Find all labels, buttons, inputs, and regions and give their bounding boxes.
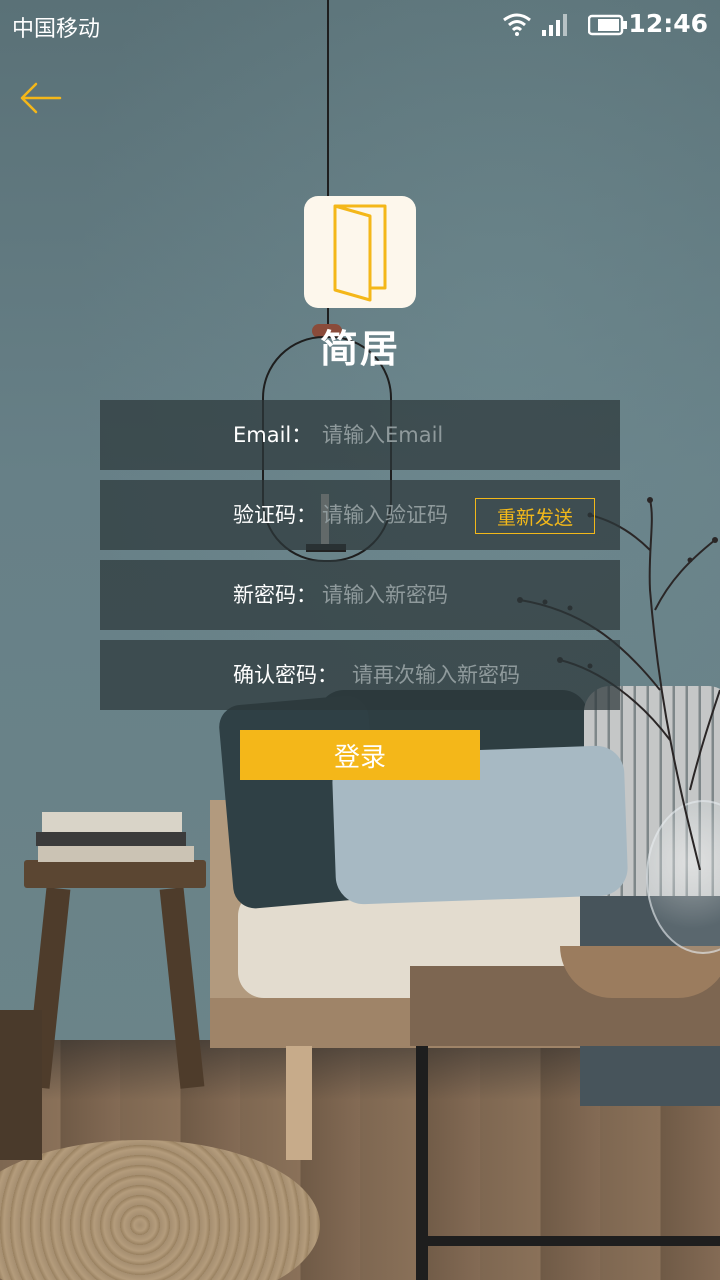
email-row: Email： xyxy=(100,400,620,470)
wooden-bowl xyxy=(560,946,720,998)
login-button[interactable]: 登录 xyxy=(240,730,480,780)
side-stool xyxy=(24,860,206,888)
battery-icon xyxy=(588,14,627,36)
signal-icon xyxy=(542,14,567,36)
clock: 12:46 xyxy=(628,9,708,38)
app-name: 简居 xyxy=(319,327,400,371)
app-logo xyxy=(304,196,416,308)
confirm-password-input[interactable] xyxy=(352,655,612,695)
carrier-name: 中国移动 xyxy=(12,17,101,42)
verification-code-label: 验证码： xyxy=(233,503,317,527)
door-icon xyxy=(333,204,387,302)
new-password-input[interactable] xyxy=(322,575,602,615)
verification-code-row: 验证码： 重新发送 xyxy=(100,480,620,550)
new-password-row: 新密码： xyxy=(100,560,620,630)
resend-code-button[interactable]: 重新发送 xyxy=(475,498,595,534)
verification-code-input[interactable] xyxy=(322,495,467,535)
email-input[interactable] xyxy=(322,415,602,455)
new-password-label: 新密码： xyxy=(233,583,317,607)
book-stack xyxy=(42,812,182,832)
email-label: Email： xyxy=(233,423,313,447)
confirm-password-row: 确认密码： xyxy=(100,640,620,710)
confirm-password-label: 确认密码： xyxy=(233,663,338,687)
wifi-icon xyxy=(503,13,531,36)
status-bar: 中国移动 12:46 xyxy=(0,0,720,50)
back-arrow-icon[interactable] xyxy=(18,78,62,118)
